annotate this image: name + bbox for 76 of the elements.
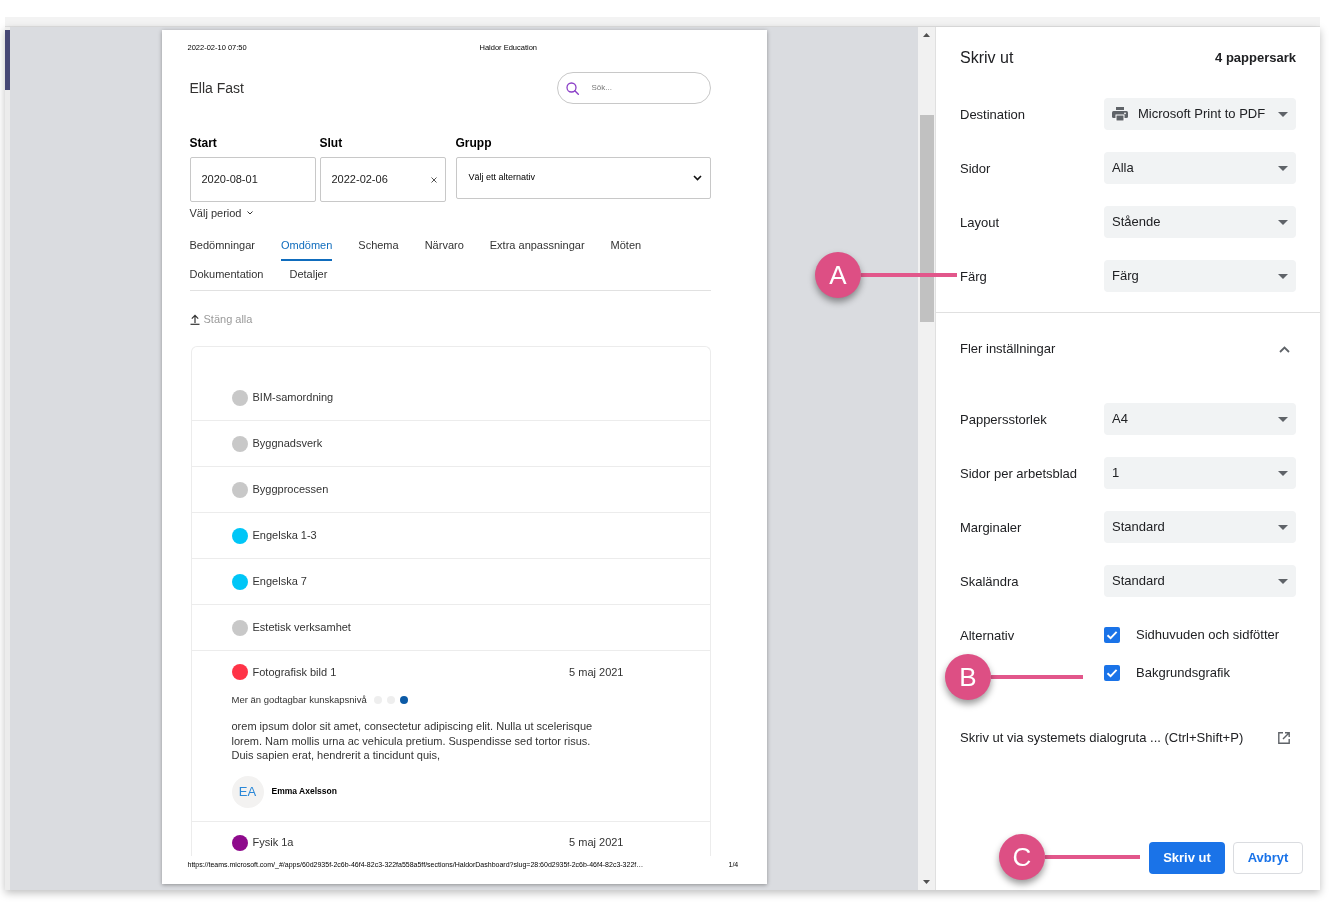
assessment-comment: orem ipsum dolor sit amet, consectetur adipiscing elit. Nulla ut scelerisque lorem. Nam mollis urna ac vehicula pretium. Suspendisse sed tortor risus. Duis sapien erat, hendrerit a tincidunt quis, xyxy=(231,719,594,763)
tab[interactable]: Närvaro xyxy=(424,232,464,261)
date-field[interactable]: 2022-02-06 xyxy=(319,157,446,202)
cancel-button[interactable]: Avbryt xyxy=(1233,842,1303,874)
system-dialog-link[interactable]: Skriv ut via systemets dialogruta ... (Ctrl+Shift+P) xyxy=(936,719,1320,757)
tab[interactable]: Dokumentation xyxy=(189,261,264,290)
setting-label: Pappersstorlek xyxy=(960,412,1047,427)
field-label: Grupp xyxy=(455,135,492,152)
subject-name: Fysik 1a xyxy=(252,835,294,851)
setting-label: Sidor xyxy=(960,161,991,176)
setting-dropdown[interactable]: Microsoft Print to PDF xyxy=(1104,98,1296,130)
tab[interactable]: Extra anpassningar xyxy=(489,232,585,261)
dropdown-caret-icon xyxy=(1278,470,1288,476)
setting-label: Färg xyxy=(960,269,987,284)
setting-label: Layout xyxy=(960,215,1000,230)
subject-name: Fotografisk bild 1 xyxy=(252,664,337,680)
subject-name: Byggnadsverk xyxy=(252,436,323,452)
dropdown-caret-icon xyxy=(1278,273,1288,279)
subject-name: Engelska 1-3 xyxy=(252,528,317,544)
setting-label: Destination xyxy=(960,107,1026,122)
assessment-date: 5 maj 2021 xyxy=(569,835,624,851)
dropdown-caret-icon xyxy=(1278,219,1288,225)
dropdown-caret-icon xyxy=(1278,524,1288,530)
setting-dropdown[interactable]: A4 xyxy=(1104,403,1296,435)
scrollbar-thumb[interactable] xyxy=(919,115,934,322)
checkbox[interactable] xyxy=(1104,627,1120,643)
scroll-down-arrow-icon[interactable] xyxy=(923,880,930,884)
scroll-up-arrow-icon[interactable] xyxy=(923,33,930,37)
checkbox-label[interactable]: Bakgrundsgrafik xyxy=(1136,663,1230,683)
setting-dropdown[interactable]: 1 xyxy=(1104,457,1296,489)
setting-dropdown[interactable]: Färg xyxy=(1104,260,1296,292)
date-field[interactable]: 2020-08-01 xyxy=(189,157,316,202)
setting-label: Sidor per arbetsblad xyxy=(960,466,1078,481)
more-settings-toggle[interactable]: Fler inställningar xyxy=(936,313,1320,385)
subject-name: Engelska 7 xyxy=(252,574,307,590)
grade-label: Mer än godtagbar kunskapsnivå xyxy=(231,692,367,707)
author-name: Emma Axelsson xyxy=(271,785,337,798)
setting-dropdown[interactable]: Stående xyxy=(1104,206,1296,238)
dropdown-caret-icon xyxy=(1278,111,1288,117)
assessment-date: 5 maj 2021 xyxy=(569,664,624,680)
checkbox[interactable] xyxy=(1104,665,1120,681)
tab[interactable]: Detaljer xyxy=(289,261,328,290)
dialog-title: Skriv ut xyxy=(960,48,1014,68)
subject-name: Byggprocessen xyxy=(252,482,329,498)
period-toggle[interactable]: Välj period xyxy=(189,204,254,222)
dropdown-caret-icon xyxy=(1278,165,1288,171)
tab[interactable]: Omdömen xyxy=(280,232,333,261)
dropdown-field[interactable]: Välj ett alternativ xyxy=(455,157,711,199)
dropdown-caret-icon xyxy=(1278,416,1288,422)
setting-dropdown[interactable]: Standard xyxy=(1104,511,1296,543)
setting-dropdown[interactable]: Standard xyxy=(1104,565,1296,597)
subject-name: BIM-samordning xyxy=(252,390,334,406)
scrollbar[interactable] xyxy=(918,27,935,890)
field-label: Slut xyxy=(319,135,343,152)
tab[interactable]: Möten xyxy=(610,232,642,261)
arrow-up-icon xyxy=(189,313,200,325)
avatar-initials: EA xyxy=(231,775,264,808)
tab[interactable]: Schema xyxy=(358,232,399,261)
clear-icon[interactable] xyxy=(430,176,437,183)
student-name: Ella Fast xyxy=(189,78,244,98)
printer-icon xyxy=(1112,107,1128,121)
subject-name: Estetisk verksamhet xyxy=(252,620,351,636)
sheet-count: 4 pappersark xyxy=(1215,49,1296,68)
chevron-down-icon xyxy=(692,175,702,181)
external-link-icon xyxy=(1278,732,1290,744)
checkbox-label[interactable]: Sidhuvuden och sidfötter xyxy=(1136,625,1280,645)
setting-label: Alternativ xyxy=(960,628,1015,643)
chevron-down-icon xyxy=(247,211,254,215)
setting-label: Skaländra xyxy=(960,574,1019,589)
tab[interactable]: Bedömningar xyxy=(189,232,255,261)
print-button[interactable]: Skriv ut xyxy=(1149,842,1225,874)
field-label: Start xyxy=(189,135,217,152)
dropdown-caret-icon xyxy=(1278,578,1288,584)
search-icon xyxy=(565,81,579,95)
setting-dropdown[interactable]: Alla xyxy=(1104,152,1296,184)
setting-label: Marginaler xyxy=(960,520,1022,535)
